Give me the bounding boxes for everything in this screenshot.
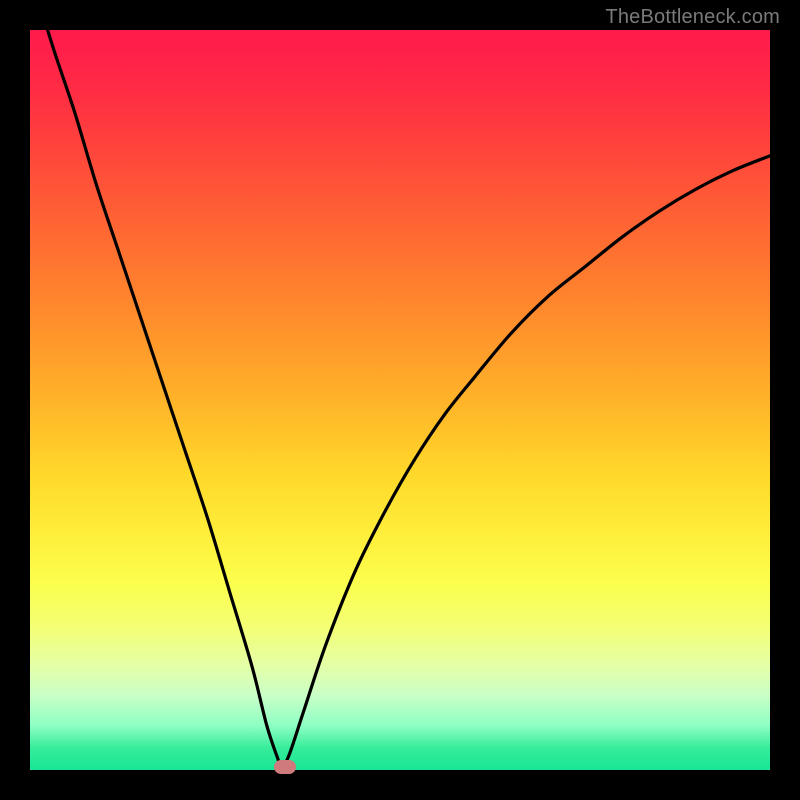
chart-frame: TheBottleneck.com [0,0,800,800]
minimum-marker [274,760,296,774]
plot-area [30,30,770,770]
attribution-label: TheBottleneck.com [605,6,780,29]
bottleneck-curve [30,30,770,770]
